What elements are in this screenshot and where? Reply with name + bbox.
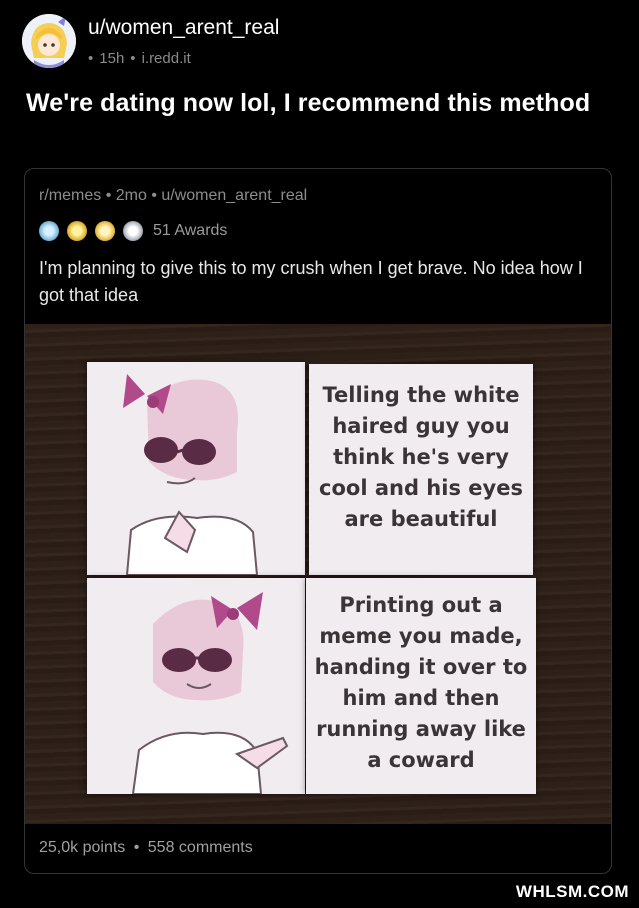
crosspost-body: I'm planning to give this to my crush wh… <box>39 258 583 305</box>
award-helpful-icon <box>123 221 143 241</box>
post-author[interactable]: u/women_arent_real <box>88 16 279 40</box>
award-gold-icon <box>67 221 87 241</box>
user-avatar[interactable] <box>22 14 76 68</box>
crosspost-footer: 25,0k points • 558 comments <box>39 839 257 857</box>
post-age: 15h <box>99 50 125 67</box>
crosspost-card[interactable]: r/memes • 2mo • u/women_arent_real 51 Aw… <box>24 168 612 874</box>
award-silver-icon <box>39 221 59 241</box>
meta-dot: • <box>151 187 162 204</box>
drake-no-character <box>123 374 259 576</box>
meme-image[interactable]: Telling the white haired guy you think h… <box>25 324 611 824</box>
post-header: u/women_arent_real • 15h • i.redd.it <box>0 0 639 80</box>
meme-caption-bottom: Printing out a meme you made, handing it… <box>314 593 528 772</box>
meme-panel-bottom-left <box>87 578 305 795</box>
comments-count[interactable]: 558 comments <box>148 839 253 856</box>
meta-dot: • <box>105 187 116 204</box>
meme-panel-top-right: Telling the white haired guy you think h… <box>309 364 533 575</box>
points-count: 25,0k points <box>39 839 126 856</box>
awards-count: 51 Awards <box>153 222 228 239</box>
award-wholesome-icon <box>95 221 115 241</box>
avatar-illustration <box>22 14 76 68</box>
crosspost-age: 2mo <box>115 187 147 204</box>
post-meta: • 15h • i.redd.it <box>88 50 197 67</box>
crosspost-author[interactable]: u/women_arent_real <box>161 187 307 204</box>
post-title[interactable]: We're dating now lol, I recommend this m… <box>26 87 606 120</box>
post-domain[interactable]: i.redd.it <box>142 50 191 67</box>
meme-panel-top-left <box>87 362 305 576</box>
meta-dot: • <box>133 839 144 856</box>
meta-dot: • <box>88 50 94 67</box>
watermark: WHLSM.COM <box>515 882 629 901</box>
awards-row[interactable]: 51 Awards <box>39 220 227 242</box>
crosspost-subreddit[interactable]: r/memes <box>39 187 101 204</box>
meta-dot: • <box>130 50 136 67</box>
crosspost-meta: r/memes • 2mo • u/women_arent_real <box>39 187 307 205</box>
meme-caption-top: Telling the white haired guy you think h… <box>319 383 523 531</box>
meme-panel-bottom-right: Printing out a meme you made, handing it… <box>306 578 536 794</box>
drake-yes-character <box>131 592 289 795</box>
